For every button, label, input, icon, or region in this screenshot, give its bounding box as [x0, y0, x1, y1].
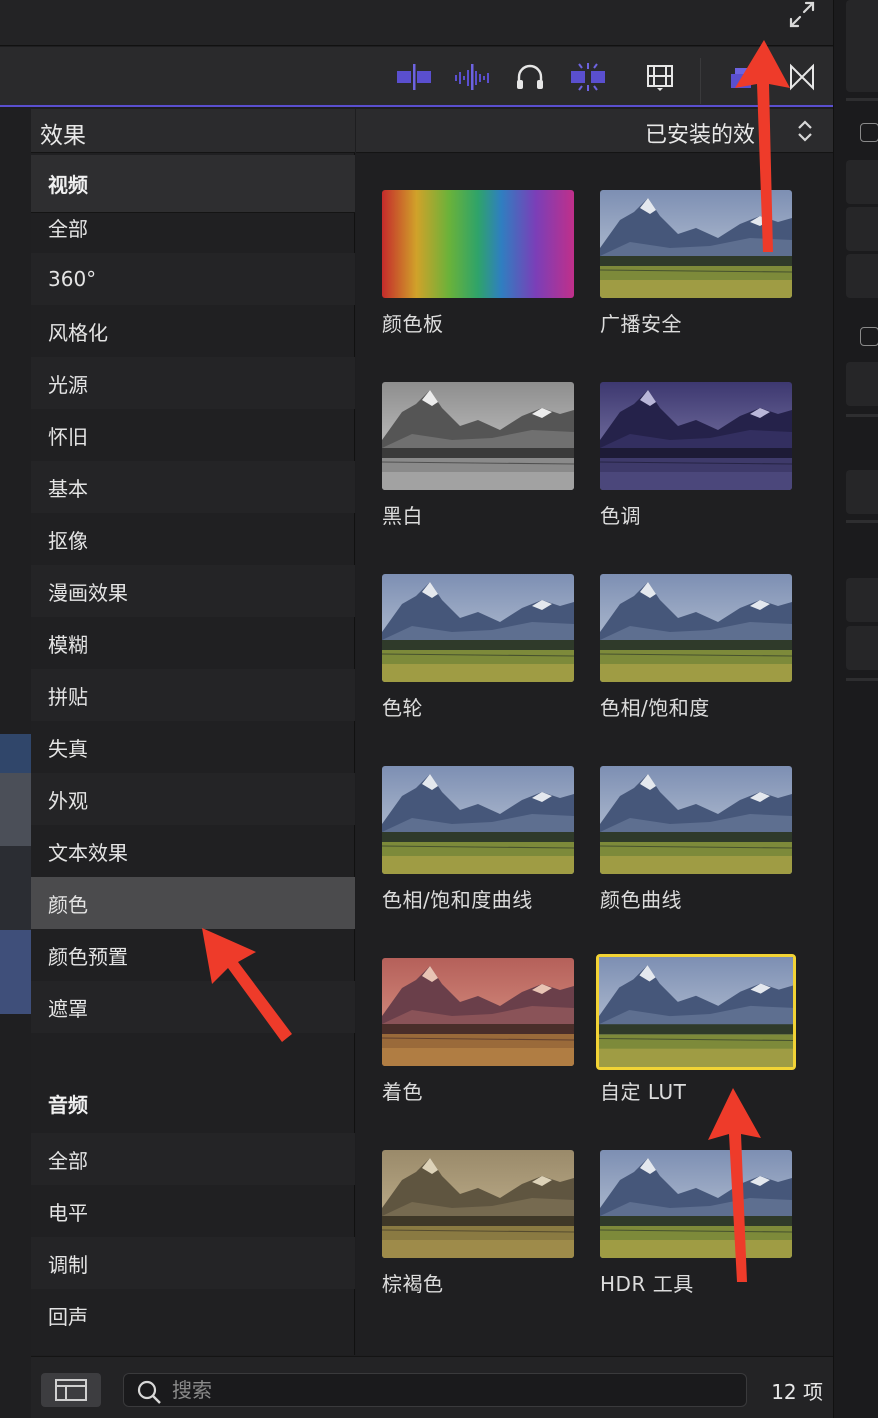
viewer-top-bar — [0, 0, 833, 46]
clip-appearance-button[interactable] — [642, 59, 678, 95]
effect-label: 颜色曲线 — [600, 888, 682, 912]
inspector-block — [846, 362, 878, 406]
installed-effects-popup[interactable]: 已安装的效 — [645, 117, 755, 149]
clip-skimming-button[interactable] — [392, 59, 436, 95]
up-down-chevron-icon[interactable] — [795, 118, 815, 144]
effect-thumbnail[interactable] — [382, 382, 574, 490]
sidebar-category-item[interactable]: 全部 — [31, 201, 355, 253]
search-field[interactable] — [123, 1373, 747, 1407]
snapping-button[interactable] — [566, 59, 610, 95]
inspector-divider — [846, 414, 878, 417]
sidebar-category-item[interactable]: 回声 — [31, 1289, 355, 1341]
audio-solo-button[interactable] — [512, 59, 548, 95]
effect-thumbnail[interactable] — [382, 190, 574, 298]
sidebar-category-item[interactable]: 调制 — [31, 1237, 355, 1289]
inspector-divider — [846, 520, 878, 523]
effect-label: 颜色板 — [382, 312, 444, 336]
timeline-toolbar — [0, 47, 833, 107]
sidebar-category-item[interactable]: 光源 — [31, 357, 355, 409]
audio-skimming-button[interactable] — [452, 59, 492, 95]
browser-bottom-bar: 12 项 — [31, 1356, 833, 1418]
inspector-block — [846, 470, 878, 514]
effect-label: 色调 — [600, 504, 641, 528]
inspector-block — [846, 626, 878, 670]
effect-label: 自定 LUT — [600, 1080, 687, 1104]
sidebar-category-item[interactable]: 文本效果 — [31, 825, 355, 877]
effect-label: 黑白 — [382, 504, 423, 528]
sidebar-category-item[interactable]: 外观 — [31, 773, 355, 825]
sidebar-category-item[interactable]: 失真 — [31, 721, 355, 773]
inspector-checkbox[interactable] — [860, 327, 878, 346]
effect-thumbnail[interactable] — [600, 766, 792, 874]
magnifier-icon — [137, 1380, 161, 1404]
effect-label: 色相/饱和度曲线 — [382, 888, 533, 912]
sidebar-toggle-button[interactable] — [41, 1373, 101, 1407]
inspector-divider — [846, 98, 878, 101]
sidebar-title: 效果 — [40, 123, 86, 149]
transitions-browser-button[interactable] — [786, 59, 818, 95]
effect-label: HDR 工具 — [600, 1272, 694, 1296]
headphones-icon — [517, 64, 543, 89]
search-input[interactable] — [172, 1376, 732, 1404]
inspector-block — [846, 207, 878, 251]
sidebar-category-item[interactable]: 遮罩 — [31, 981, 355, 1033]
effect-thumbnail[interactable] — [600, 1150, 792, 1258]
effects-browser-button[interactable] — [726, 59, 756, 95]
effect-label: 色轮 — [382, 696, 423, 720]
sidebar-category-item[interactable]: 全部 — [31, 1133, 355, 1185]
transitions-icon — [790, 63, 814, 91]
effect-thumbnail[interactable] — [382, 766, 574, 874]
browser-header: 已安装的效 — [356, 109, 833, 153]
sidebar-category-item[interactable]: 颜色预置 — [31, 929, 355, 981]
sidebar-category-item[interactable]: 360° — [31, 253, 355, 305]
effect-thumbnail[interactable] — [382, 574, 574, 682]
audio-skimming-icon — [455, 64, 489, 90]
viewer-frame-fragment — [0, 734, 31, 1014]
category-heading-audio[interactable]: 音频 — [31, 1077, 355, 1129]
sidebar-category-item[interactable]: 基本 — [31, 461, 355, 513]
sidebar-category-item[interactable]: 拼贴 — [31, 669, 355, 721]
clip-skimming-icon — [397, 64, 431, 90]
effect-thumbnail[interactable] — [382, 958, 574, 1066]
inspector-block — [846, 578, 878, 622]
effect-label: 着色 — [382, 1080, 423, 1104]
effects-grid: 颜色板 广播安全黑白 色调色轮 色相/饱和度色相/饱和度曲线 颜色曲线着色 自定 LUT 棕… — [356, 154, 833, 1355]
sidebar-category-item[interactable]: 怀旧 — [31, 409, 355, 461]
inspector-divider — [846, 678, 878, 681]
effect-thumbnail[interactable] — [596, 954, 796, 1070]
effects-browser-icon — [731, 68, 751, 88]
inspector-block — [846, 0, 878, 92]
sidebar-category-item[interactable]: 电平 — [31, 1185, 355, 1237]
fullscreen-button[interactable] — [786, 0, 818, 30]
effects-category-sidebar: 效果 视频 全部 360° 风格化 光源 怀旧 基本 抠像 漫画效果 模糊 拼贴 失真 外观 文本效果 颜色… — [31, 109, 355, 1355]
expand-arrows-icon — [789, 1, 815, 28]
sidebar-layout-icon — [55, 1379, 87, 1401]
sidebar-category-item[interactable]: 颜色 — [31, 877, 355, 929]
sidebar-category-item[interactable]: 模糊 — [31, 617, 355, 669]
sidebar-category-item[interactable]: 风格化 — [31, 305, 355, 357]
effect-label: 色相/饱和度 — [600, 696, 710, 720]
effect-thumbnail[interactable] — [600, 190, 792, 298]
effect-label: 棕褐色 — [382, 1272, 444, 1296]
item-count-label: 12 项 — [771, 1380, 823, 1404]
sidebar-category-item[interactable]: 抠像 — [31, 513, 355, 565]
filmstrip-icon — [647, 65, 673, 91]
effect-thumbnail[interactable] — [600, 574, 792, 682]
inspector-edge — [833, 0, 878, 1418]
inspector-block — [846, 160, 878, 204]
toolbar-divider — [700, 58, 701, 104]
snapping-icon — [571, 63, 605, 91]
effect-thumbnail[interactable] — [600, 382, 792, 490]
sidebar-category-item[interactable]: 漫画效果 — [31, 565, 355, 617]
viewer-edge — [0, 109, 31, 1418]
inspector-checkbox[interactable] — [860, 123, 878, 142]
effect-label: 广播安全 — [600, 312, 682, 336]
inspector-block — [846, 254, 878, 298]
sidebar-header: 效果 — [31, 109, 355, 153]
effect-thumbnail[interactable] — [382, 1150, 574, 1258]
